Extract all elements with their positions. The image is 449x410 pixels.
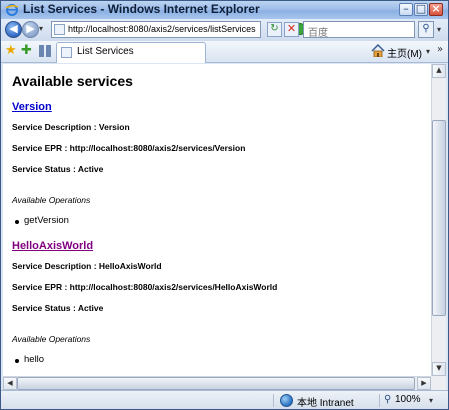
quick-tabs-icon[interactable] — [39, 45, 51, 57]
horizontal-scrollbar[interactable]: ◀ ▶ — [3, 376, 431, 390]
scroll-right-button[interactable]: ▶ — [417, 377, 431, 390]
page-heading: Available services — [12, 73, 133, 89]
search-placeholder: 百度 — [308, 28, 328, 39]
title-bar[interactable]: List Services - Windows Internet Explore… — [1, 1, 448, 19]
zoom-dropdown[interactable]: ▾ — [429, 396, 433, 405]
service-status: Service Status : Active — [12, 303, 104, 313]
tab-page-icon — [61, 47, 72, 58]
service-epr: Service EPR : http://localhost:8080/axis… — [12, 143, 246, 153]
browser-window: List Services - Windows Internet Explore… — [0, 0, 449, 410]
intranet-zone-icon[interactable] — [280, 394, 293, 407]
tab-title: List Services — [77, 46, 134, 57]
zoom-level[interactable]: 100% — [395, 394, 421, 405]
ie-logo-icon — [5, 4, 19, 16]
security-zone[interactable]: 本地 Intranet — [297, 394, 354, 409]
zone-name: Intranet — [319, 398, 354, 409]
horizontal-scroll-thumb[interactable] — [17, 377, 415, 390]
stop-icon: ✕ — [286, 22, 297, 35]
back-button[interactable]: ◀ — [5, 21, 22, 38]
home-icon[interactable] — [371, 44, 385, 57]
refresh-button[interactable]: ↻ — [267, 22, 282, 37]
tab-list-services[interactable]: List Services — [56, 42, 206, 63]
status-bar: 本地 Intranet ⚲ 100% ▾ — [1, 390, 448, 409]
status-divider — [273, 394, 274, 407]
scroll-left-icon: ◀ — [7, 379, 13, 387]
home-button-label[interactable]: 主页(M) — [387, 45, 422, 60]
search-button[interactable]: ⚲ — [418, 21, 434, 38]
address-url[interactable]: http://localhost:8080/axis2/services/lis… — [68, 24, 256, 34]
maximize-button[interactable]: □ — [414, 2, 428, 16]
window-title: List Services - Windows Internet Explore… — [23, 2, 260, 16]
service-status: Service Status : Active — [12, 164, 104, 174]
page-content: Available services Version Service Descr… — [3, 64, 431, 376]
search-icon: ⚲ — [422, 23, 430, 34]
service-epr: Service EPR : http://localhost:8080/axis… — [12, 282, 278, 292]
operations-heading: Available Operations — [12, 195, 91, 205]
zone-label: 本地 — [297, 398, 317, 409]
scroll-right-icon: ▶ — [421, 379, 427, 387]
add-favorite-icon[interactable]: ✚ — [21, 43, 32, 58]
scroll-down-icon: ▼ — [436, 364, 442, 372]
service-description: Service Description : HelloAxisWorld — [12, 261, 162, 271]
refresh-icon: ↻ — [270, 23, 279, 34]
service-link-version[interactable]: Version — [12, 97, 422, 117]
recent-pages-dropdown[interactable]: ▾ — [39, 24, 43, 33]
stop-button[interactable]: ✕ — [284, 22, 299, 37]
home-dropdown[interactable]: ▾ — [426, 47, 430, 56]
zoom-icon[interactable]: ⚲ — [384, 394, 391, 405]
scrollbar-corner — [431, 376, 446, 390]
maximize-icon: □ — [415, 2, 427, 15]
forward-button[interactable]: ▶ — [22, 21, 39, 38]
status-divider — [379, 394, 380, 407]
favorites-star-icon[interactable]: ★ — [5, 43, 17, 58]
scroll-up-icon: ▲ — [436, 66, 442, 74]
service-block-helloaxisworld: HelloAxisWorld Service Description : Hel… — [12, 236, 422, 371]
vertical-scrollbar[interactable]: ▲ ▼ — [431, 64, 446, 376]
search-options-dropdown[interactable]: ▾ — [437, 25, 441, 34]
address-bar[interactable]: http://localhost:8080/axis2/services/lis… — [51, 21, 311, 38]
close-icon: × — [431, 2, 441, 15]
forward-arrow-icon: ▶ — [26, 22, 35, 35]
service-link-helloaxisworld[interactable]: HelloAxisWorld — [12, 236, 422, 256]
scroll-down-button[interactable]: ▼ — [432, 362, 446, 376]
service-description: Service Description : Version — [12, 122, 130, 132]
more-commands-icon[interactable]: » — [437, 44, 443, 55]
service-block-version: Version Service Description : Version Se… — [12, 97, 422, 232]
back-arrow-icon: ◀ — [9, 22, 18, 35]
operations-heading: Available Operations — [12, 334, 91, 344]
address-toolbar: ◀ ▶ ▾ http://localhost:8080/axis2/servic… — [1, 19, 448, 41]
minimize-icon: – — [403, 2, 409, 15]
scroll-up-button[interactable]: ▲ — [432, 64, 446, 78]
close-button[interactable]: × — [429, 2, 443, 16]
tab-toolbar: ★ ✚ List Services 主页(M) ▾ » — [1, 41, 448, 63]
vertical-scroll-thumb[interactable] — [432, 120, 446, 316]
page-icon — [54, 24, 65, 35]
operation-item: hello — [12, 349, 422, 371]
operation-item: getVersion — [12, 210, 422, 232]
minimize-button[interactable]: – — [399, 2, 413, 16]
search-input[interactable]: 百度 — [303, 21, 415, 39]
scroll-left-button[interactable]: ◀ — [3, 377, 17, 390]
